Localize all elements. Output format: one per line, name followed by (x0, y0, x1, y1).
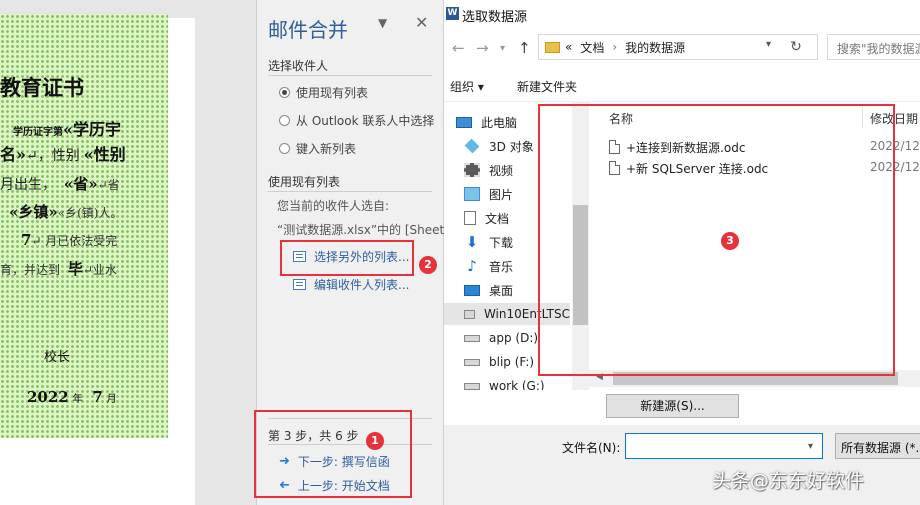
breadcrumb-documents[interactable]: 文档 (580, 39, 604, 56)
merge-field: «乡镇» (9, 203, 58, 221)
merge-field: «省» (63, 175, 98, 193)
drive-icon (464, 334, 480, 342)
music-icon: ♪ (467, 257, 477, 275)
forward-arrow-icon[interactable]: → (476, 39, 489, 57)
pane-title: 邮件合并 (268, 18, 348, 42)
drive-icon (464, 358, 480, 366)
annotation-badge-3: 3 (721, 232, 739, 250)
current-source-value: “测试数据源.xlsx”中的 [Sheet1$ (277, 223, 444, 237)
drive-icon (464, 309, 475, 319)
radio-new-list[interactable]: 键入新列表 (279, 140, 356, 157)
doc-text: ↵省 (97, 178, 120, 192)
organize-button[interactable]: 组织 ▾ (450, 78, 484, 95)
doc-text: ↵业水 (82, 263, 117, 277)
document-area: 教育证书 学历证字第«学历宇 名»↵，性别 «性别 月出生， «省»↵省 «乡镇… (0, 0, 256, 505)
new-source-button[interactable]: 新建源(S)... (606, 394, 739, 418)
radio-outlook[interactable]: 从 Outlook 联系人中选择 (279, 112, 434, 129)
doc-text: ↵ 月已依法受完 (31, 234, 118, 248)
tree-item-blip-f[interactable]: blip (F:) (464, 351, 534, 373)
video-icon (464, 163, 480, 177)
doc-heading: 教育证书 (0, 75, 84, 100)
desktop-icon (464, 284, 480, 296)
section-heading: 选择收件人 (268, 59, 329, 73)
merge-field: 名» (0, 145, 27, 164)
computer-icon (456, 116, 472, 128)
chevron-right-icon: › (612, 40, 618, 54)
back-arrow-icon[interactable]: ← (452, 39, 465, 57)
refresh-icon[interactable]: ↻ (782, 34, 810, 60)
recent-locations-icon[interactable]: ▾ (500, 43, 505, 54)
merge-field: «学历宇 (63, 120, 122, 139)
section-heading: 使用现有列表 (268, 175, 341, 189)
chevron-down-icon[interactable]: ▼ (378, 16, 387, 30)
breadcrumb-my-data-sources[interactable]: 我的数据源 (625, 39, 685, 56)
word-app-icon: W (446, 7, 459, 20)
command-bar: 组织 ▾ 新建文件夹 (444, 70, 920, 102)
tree-item-music[interactable]: ♪ 音乐 (464, 255, 513, 277)
tree-item-work-g[interactable]: work (G:) (464, 375, 545, 390)
tree-item-videos[interactable]: 视频 (464, 159, 513, 181)
tree-item-desktop[interactable]: 桌面 (464, 279, 513, 301)
merge-field: «性别 (83, 145, 126, 164)
address-bar[interactable]: « 文档 › 我的数据源 (538, 34, 818, 60)
doc-signature: 校长 (44, 350, 71, 365)
doc-text: 月 (106, 394, 117, 405)
dialog-titlebar: W 选取数据源 (444, 0, 920, 30)
image-icon (464, 187, 480, 201)
tree-item-pictures[interactable]: 图片 (464, 183, 513, 205)
dialog-title: 选取数据源 (462, 10, 528, 25)
tree-item-3d-objects[interactable]: 3D 对象 (464, 135, 534, 157)
annotation-box-3 (538, 104, 895, 376)
drive-icon (464, 382, 480, 390)
doc-text: ↵，性别 (26, 148, 80, 164)
up-arrow-icon[interactable]: ↑ (518, 39, 531, 57)
radio-icon[interactable] (279, 143, 290, 154)
chevron-down-icon[interactable]: ▾ (808, 441, 813, 452)
annotation-badge-1: 1 (366, 432, 384, 450)
radio-use-existing[interactable]: 使用现有列表 (279, 84, 368, 101)
current-source-label: 您当前的收件人选自: (277, 199, 390, 213)
cube-icon (464, 138, 480, 154)
tree-item-documents[interactable]: 文档 (464, 207, 509, 229)
document-icon (464, 211, 476, 225)
edit-recipient-list-link[interactable]: 编辑收件人列表... (293, 276, 409, 293)
folder-icon (545, 41, 560, 53)
tree-item-this-pc[interactable]: 此电脑 (456, 111, 517, 133)
doc-text: «乡(镇)人。 (57, 206, 123, 220)
radio-selected-icon[interactable] (279, 87, 290, 98)
doc-year: 2022 (27, 388, 69, 406)
doc-month: 7 (92, 388, 103, 406)
divider (268, 75, 432, 76)
annotation-box-1 (254, 410, 412, 498)
doc-text: 学历证字第 (13, 127, 63, 138)
merge-field: 毕 (67, 260, 83, 278)
doc-text: 年 (72, 394, 83, 405)
radio-icon[interactable] (279, 115, 290, 126)
search-input[interactable]: 搜索"我的数据源" (827, 34, 920, 60)
download-icon: ⬇ (465, 233, 479, 251)
filetype-select[interactable]: 所有数据源 (*.o (835, 433, 920, 459)
tree-item-app-d[interactable]: app (D:) (464, 327, 538, 349)
annotation-badge-2: 2 (419, 256, 437, 274)
watermark: 头条@东东好软件 (712, 470, 865, 492)
doc-text: 育，并达到 (0, 263, 61, 277)
chevron-down-icon[interactable]: ▾ (766, 39, 771, 50)
filename-input[interactable] (625, 433, 823, 459)
edit-list-icon (293, 279, 306, 290)
merge-field: 7 (21, 231, 32, 249)
tree-item-downloads[interactable]: ⬇ 下载 (464, 231, 513, 253)
new-folder-button[interactable]: 新建文件夹 (517, 78, 577, 95)
doc-text: 月出生， (0, 177, 56, 193)
divider (268, 191, 432, 192)
filename-label: 文件名(N): (562, 441, 621, 455)
annotation-box-2 (280, 240, 414, 276)
close-icon[interactable]: ✕ (415, 13, 428, 32)
